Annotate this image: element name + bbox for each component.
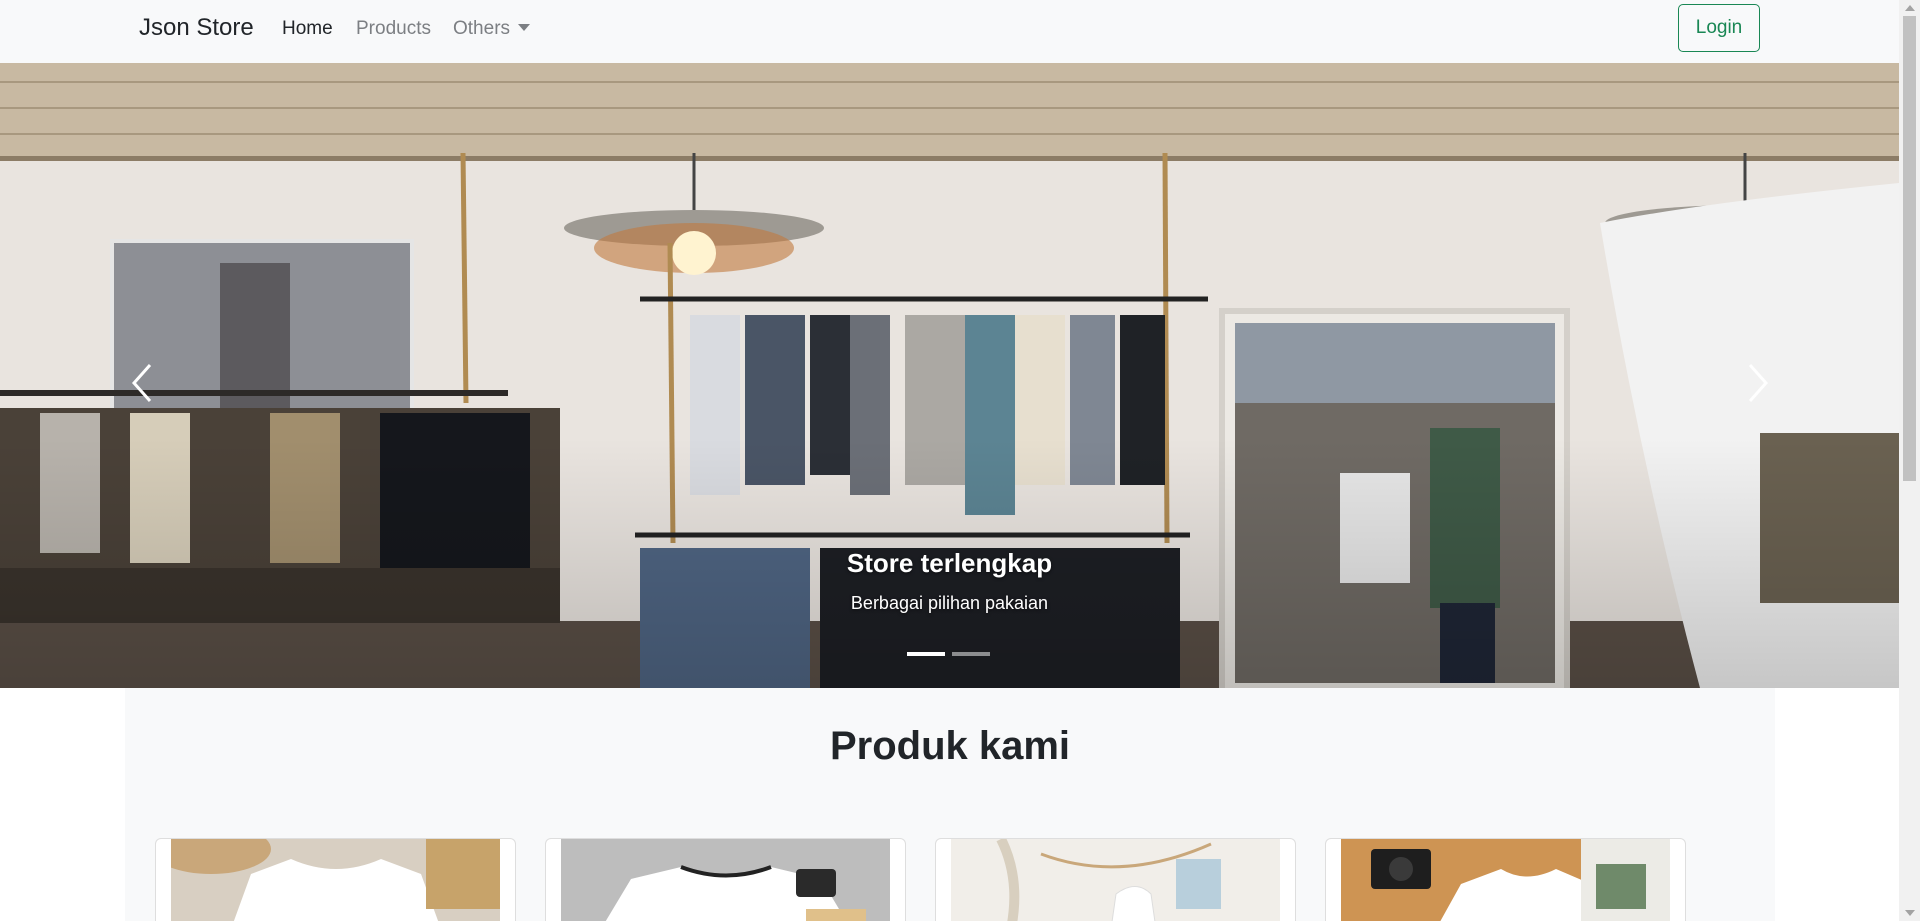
brand-logo[interactable]: Json Store (139, 14, 254, 42)
product-image (1341, 839, 1670, 921)
nav-link-home[interactable]: Home (282, 18, 333, 40)
nav-link-products[interactable]: Products (356, 18, 431, 40)
scroll-up-icon[interactable] (1905, 5, 1915, 11)
navbar: Json Store Home Products Others Login (0, 0, 1899, 63)
carousel-indicator-1[interactable] (907, 652, 945, 656)
login-button[interactable]: Login (1678, 4, 1760, 52)
carousel-prev-button[interactable] (122, 353, 162, 413)
product-card[interactable] (935, 838, 1296, 921)
products-section: Produk kami (125, 688, 1775, 921)
carousel-caption-text: Berbagai pilihan pakaian (850, 593, 1049, 613)
product-card[interactable] (1325, 838, 1686, 921)
hanging-clothes-icon (951, 839, 1280, 921)
products-heading: Produk kami (829, 724, 1071, 768)
page-scrollbar[interactable] (1899, 0, 1920, 921)
carousel-caption-title: Store terlengkap (846, 548, 1053, 578)
carousel-indicator-2[interactable] (952, 652, 990, 656)
caret-down-icon (518, 24, 531, 31)
scrollbar-thumb[interactable] (1903, 16, 1916, 481)
nav-dropdown-others[interactable]: Others (453, 18, 531, 40)
product-image (171, 839, 500, 921)
nav-dropdown-label: Others (453, 18, 511, 39)
product-image (951, 839, 1280, 921)
white-tshirt-camera-icon (561, 839, 890, 921)
carousel-next-button[interactable] (1738, 353, 1778, 413)
product-image (561, 839, 890, 921)
scroll-down-icon[interactable] (1905, 910, 1915, 916)
white-tshirt-flatlay-icon (171, 839, 500, 921)
chevron-right-icon (1748, 364, 1769, 402)
hero-carousel: Store terlengkap Berbagai pilihan pakaia… (0, 63, 1899, 688)
product-card[interactable] (545, 838, 906, 921)
tshirt-camera-magazine-icon (1341, 839, 1670, 921)
chevron-left-icon (131, 364, 152, 402)
product-card[interactable] (155, 838, 516, 921)
